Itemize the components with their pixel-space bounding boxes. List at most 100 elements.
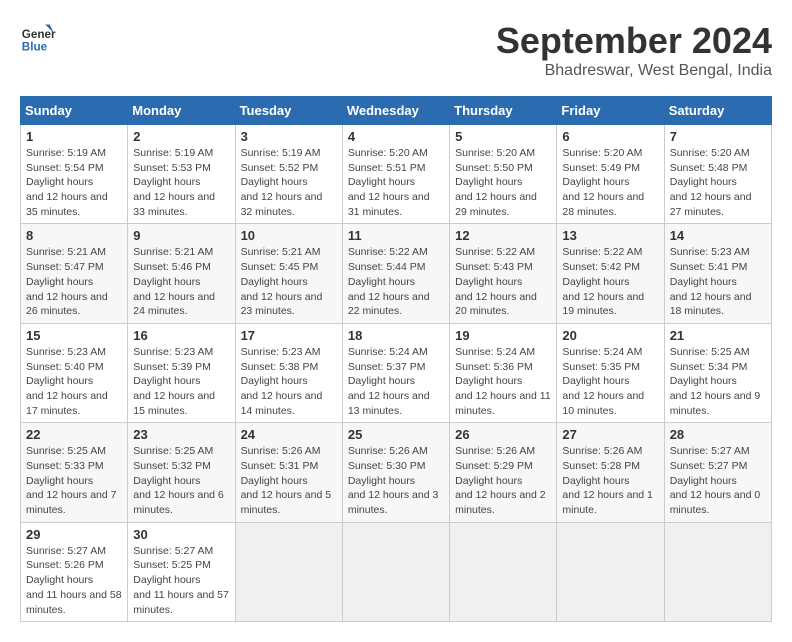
day-number: 20 (562, 328, 658, 343)
month-title: September 2024 (496, 20, 772, 62)
day-number: 18 (348, 328, 444, 343)
table-row (450, 522, 557, 621)
day-detail: Sunrise: 5:22 AMSunset: 5:43 PMDaylight … (455, 246, 537, 317)
table-row (342, 522, 449, 621)
day-number: 11 (348, 228, 444, 243)
day-detail: Sunrise: 5:21 AMSunset: 5:47 PMDaylight … (26, 246, 108, 317)
day-number: 14 (670, 228, 766, 243)
calendar-week-row: 8 Sunrise: 5:21 AMSunset: 5:47 PMDayligh… (21, 224, 772, 323)
table-row: 14 Sunrise: 5:23 AMSunset: 5:41 PMDaylig… (664, 224, 771, 323)
svg-text:Blue: Blue (22, 41, 48, 54)
day-number: 8 (26, 228, 122, 243)
table-row: 25 Sunrise: 5:26 AMSunset: 5:30 PMDaylig… (342, 423, 449, 522)
day-detail: Sunrise: 5:24 AMSunset: 5:35 PMDaylight … (562, 346, 644, 417)
day-detail: Sunrise: 5:19 AMSunset: 5:53 PMDaylight … (133, 147, 215, 218)
day-detail: Sunrise: 5:25 AMSunset: 5:34 PMDaylight … (670, 346, 761, 417)
table-row: 18 Sunrise: 5:24 AMSunset: 5:37 PMDaylig… (342, 323, 449, 422)
day-detail: Sunrise: 5:26 AMSunset: 5:30 PMDaylight … (348, 445, 439, 516)
table-row: 27 Sunrise: 5:26 AMSunset: 5:28 PMDaylig… (557, 423, 664, 522)
header-sunday: Sunday (21, 97, 128, 125)
day-detail: Sunrise: 5:23 AMSunset: 5:38 PMDaylight … (241, 346, 323, 417)
day-detail: Sunrise: 5:25 AMSunset: 5:32 PMDaylight … (133, 445, 224, 516)
table-row: 5 Sunrise: 5:20 AMSunset: 5:50 PMDayligh… (450, 125, 557, 224)
table-row: 20 Sunrise: 5:24 AMSunset: 5:35 PMDaylig… (557, 323, 664, 422)
day-detail: Sunrise: 5:23 AMSunset: 5:39 PMDaylight … (133, 346, 215, 417)
day-number: 15 (26, 328, 122, 343)
table-row: 16 Sunrise: 5:23 AMSunset: 5:39 PMDaylig… (128, 323, 235, 422)
day-number: 12 (455, 228, 551, 243)
table-row: 21 Sunrise: 5:25 AMSunset: 5:34 PMDaylig… (664, 323, 771, 422)
location: Bhadreswar, West Bengal, India (496, 62, 772, 80)
table-row: 9 Sunrise: 5:21 AMSunset: 5:46 PMDayligh… (128, 224, 235, 323)
day-number: 13 (562, 228, 658, 243)
day-number: 22 (26, 427, 122, 442)
day-detail: Sunrise: 5:24 AMSunset: 5:37 PMDaylight … (348, 346, 430, 417)
table-row: 8 Sunrise: 5:21 AMSunset: 5:47 PMDayligh… (21, 224, 128, 323)
day-detail: Sunrise: 5:27 AMSunset: 5:26 PMDaylight … (26, 545, 122, 616)
table-row (235, 522, 342, 621)
day-number: 25 (348, 427, 444, 442)
day-number: 28 (670, 427, 766, 442)
day-number: 10 (241, 228, 337, 243)
day-number: 21 (670, 328, 766, 343)
table-row: 22 Sunrise: 5:25 AMSunset: 5:33 PMDaylig… (21, 423, 128, 522)
header-wednesday: Wednesday (342, 97, 449, 125)
day-detail: Sunrise: 5:20 AMSunset: 5:51 PMDaylight … (348, 147, 430, 218)
day-detail: Sunrise: 5:20 AMSunset: 5:49 PMDaylight … (562, 147, 644, 218)
table-row: 26 Sunrise: 5:26 AMSunset: 5:29 PMDaylig… (450, 423, 557, 522)
calendar-week-row: 15 Sunrise: 5:23 AMSunset: 5:40 PMDaylig… (21, 323, 772, 422)
day-detail: Sunrise: 5:19 AMSunset: 5:54 PMDaylight … (26, 147, 108, 218)
table-row: 30 Sunrise: 5:27 AMSunset: 5:25 PMDaylig… (128, 522, 235, 621)
table-row (557, 522, 664, 621)
day-detail: Sunrise: 5:19 AMSunset: 5:52 PMDaylight … (241, 147, 323, 218)
table-row: 23 Sunrise: 5:25 AMSunset: 5:32 PMDaylig… (128, 423, 235, 522)
table-row: 24 Sunrise: 5:26 AMSunset: 5:31 PMDaylig… (235, 423, 342, 522)
day-number: 3 (241, 129, 337, 144)
table-row: 13 Sunrise: 5:22 AMSunset: 5:42 PMDaylig… (557, 224, 664, 323)
header-friday: Friday (557, 97, 664, 125)
header-thursday: Thursday (450, 97, 557, 125)
day-number: 27 (562, 427, 658, 442)
day-number: 16 (133, 328, 229, 343)
day-number: 9 (133, 228, 229, 243)
calendar-table: Sunday Monday Tuesday Wednesday Thursday… (20, 96, 772, 622)
day-detail: Sunrise: 5:26 AMSunset: 5:31 PMDaylight … (241, 445, 332, 516)
table-row: 19 Sunrise: 5:24 AMSunset: 5:36 PMDaylig… (450, 323, 557, 422)
day-number: 5 (455, 129, 551, 144)
day-detail: Sunrise: 5:27 AMSunset: 5:27 PMDaylight … (670, 445, 761, 516)
day-detail: Sunrise: 5:22 AMSunset: 5:42 PMDaylight … (562, 246, 644, 317)
table-row: 15 Sunrise: 5:23 AMSunset: 5:40 PMDaylig… (21, 323, 128, 422)
calendar-header-row: Sunday Monday Tuesday Wednesday Thursday… (21, 97, 772, 125)
day-detail: Sunrise: 5:23 AMSunset: 5:41 PMDaylight … (670, 246, 752, 317)
day-number: 30 (133, 527, 229, 542)
page-header: General Blue September 2024 Bhadreswar, … (20, 20, 772, 80)
day-number: 26 (455, 427, 551, 442)
day-number: 7 (670, 129, 766, 144)
table-row: 17 Sunrise: 5:23 AMSunset: 5:38 PMDaylig… (235, 323, 342, 422)
day-detail: Sunrise: 5:26 AMSunset: 5:29 PMDaylight … (455, 445, 546, 516)
table-row: 29 Sunrise: 5:27 AMSunset: 5:26 PMDaylig… (21, 522, 128, 621)
header-saturday: Saturday (664, 97, 771, 125)
day-detail: Sunrise: 5:24 AMSunset: 5:36 PMDaylight … (455, 346, 551, 417)
calendar-week-row: 22 Sunrise: 5:25 AMSunset: 5:33 PMDaylig… (21, 423, 772, 522)
table-row: 28 Sunrise: 5:27 AMSunset: 5:27 PMDaylig… (664, 423, 771, 522)
calendar-week-row: 1 Sunrise: 5:19 AMSunset: 5:54 PMDayligh… (21, 125, 772, 224)
table-row: 6 Sunrise: 5:20 AMSunset: 5:49 PMDayligh… (557, 125, 664, 224)
table-row: 2 Sunrise: 5:19 AMSunset: 5:53 PMDayligh… (128, 125, 235, 224)
title-section: September 2024 Bhadreswar, West Bengal, … (496, 20, 772, 80)
table-row: 7 Sunrise: 5:20 AMSunset: 5:48 PMDayligh… (664, 125, 771, 224)
logo: General Blue (20, 20, 56, 56)
day-number: 4 (348, 129, 444, 144)
table-row: 4 Sunrise: 5:20 AMSunset: 5:51 PMDayligh… (342, 125, 449, 224)
day-number: 17 (241, 328, 337, 343)
table-row: 12 Sunrise: 5:22 AMSunset: 5:43 PMDaylig… (450, 224, 557, 323)
table-row: 1 Sunrise: 5:19 AMSunset: 5:54 PMDayligh… (21, 125, 128, 224)
calendar-week-row: 29 Sunrise: 5:27 AMSunset: 5:26 PMDaylig… (21, 522, 772, 621)
day-number: 19 (455, 328, 551, 343)
day-number: 2 (133, 129, 229, 144)
day-detail: Sunrise: 5:25 AMSunset: 5:33 PMDaylight … (26, 445, 117, 516)
day-detail: Sunrise: 5:20 AMSunset: 5:50 PMDaylight … (455, 147, 537, 218)
logo-icon: General Blue (20, 20, 56, 56)
day-detail: Sunrise: 5:23 AMSunset: 5:40 PMDaylight … (26, 346, 108, 417)
table-row (664, 522, 771, 621)
